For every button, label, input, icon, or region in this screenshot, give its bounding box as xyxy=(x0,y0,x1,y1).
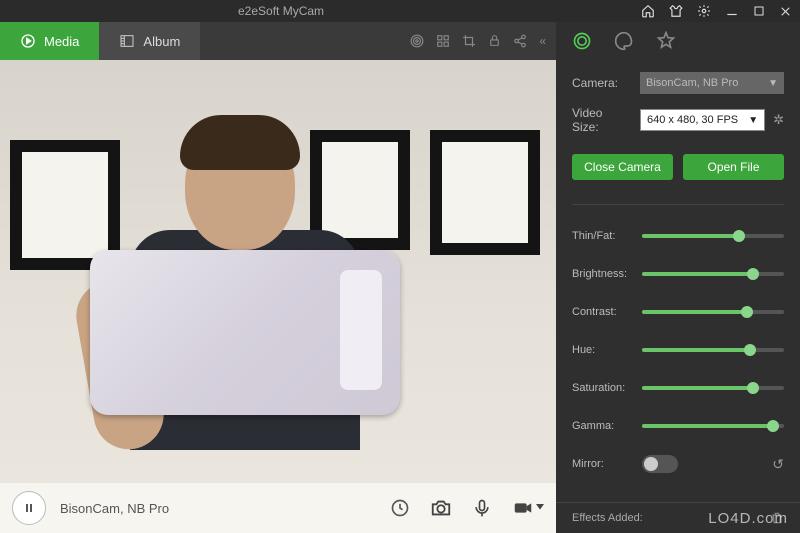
window-controls xyxy=(641,4,792,18)
slider-hue: Hue: xyxy=(572,337,784,363)
minimize-icon[interactable] xyxy=(725,4,739,18)
home-icon[interactable] xyxy=(641,4,655,18)
tab-media-label: Media xyxy=(44,34,79,49)
tab-media[interactable]: Media xyxy=(0,22,99,60)
snapshot-icon[interactable] xyxy=(430,497,452,519)
chevron-down-icon: ▼ xyxy=(768,78,778,89)
effects-label: Effects Added: xyxy=(572,512,643,524)
tab-album-label: Album xyxy=(143,34,180,49)
tab-album[interactable]: Album xyxy=(99,22,200,60)
left-panel: Media Album « xyxy=(0,22,556,533)
videosize-value: 640 x 480, 30 FPS xyxy=(647,114,738,126)
media-icon xyxy=(20,33,36,49)
watermark: LO4D.com xyxy=(708,510,788,527)
open-file-button[interactable]: Open File xyxy=(683,154,784,180)
qr-icon[interactable] xyxy=(436,34,450,48)
microphone-icon[interactable] xyxy=(472,498,492,518)
slider-contrast: Contrast: xyxy=(572,299,784,325)
pause-button[interactable] xyxy=(12,491,46,525)
share-icon[interactable] xyxy=(513,34,527,48)
camera-label: Camera: xyxy=(572,76,632,90)
toolbar-icons: « xyxy=(410,34,556,48)
slider-contrast-track[interactable] xyxy=(642,310,784,314)
camera-name-label: BisonCam, NB Pro xyxy=(60,501,169,516)
titlebar: e2eSoft MyCam xyxy=(0,0,800,22)
panel-tabs xyxy=(556,22,800,60)
right-panel: Camera: BisonCam, NB Pro ▼ Video Size: 6… xyxy=(556,22,800,533)
slider-brightness: Brightness: xyxy=(572,261,784,287)
history-icon[interactable] xyxy=(390,498,410,518)
record-icon[interactable] xyxy=(512,497,544,519)
slider-thinfat: Thin/Fat: xyxy=(572,223,784,249)
lock-icon[interactable] xyxy=(488,34,501,48)
video-preview xyxy=(0,60,556,483)
broadcast-icon[interactable] xyxy=(410,34,424,48)
album-icon xyxy=(119,33,135,49)
gear-icon[interactable] xyxy=(697,4,711,18)
collapse-icon[interactable]: « xyxy=(539,34,546,48)
slider-gamma-track[interactable] xyxy=(642,424,784,428)
panel-tab-camera[interactable] xyxy=(572,31,592,51)
app-title: e2eSoft MyCam xyxy=(238,4,324,18)
mirror-toggle[interactable] xyxy=(642,455,678,473)
panel-tab-effects[interactable] xyxy=(656,31,676,51)
close-camera-button[interactable]: Close Camera xyxy=(572,154,673,180)
slider-brightness-track[interactable] xyxy=(642,272,784,276)
close-icon[interactable] xyxy=(779,5,792,18)
slider-saturation: Saturation: xyxy=(572,375,784,401)
reset-icon[interactable]: ↺ xyxy=(772,456,784,473)
shirt-icon[interactable] xyxy=(669,4,683,18)
videosize-select[interactable]: 640 x 480, 30 FPS ▼ xyxy=(640,109,765,131)
slider-gamma: Gamma: xyxy=(572,413,784,439)
videosize-gear-icon[interactable]: ✲ xyxy=(773,112,784,128)
main-tabs: Media Album « xyxy=(0,22,556,60)
slider-saturation-track[interactable] xyxy=(642,386,784,390)
mirror-label: Mirror: xyxy=(572,458,634,470)
videosize-label: Video Size: xyxy=(572,106,632,134)
slider-thinfat-track[interactable] xyxy=(642,234,784,238)
slider-hue-track[interactable] xyxy=(642,348,784,352)
panel-tab-color[interactable] xyxy=(614,31,634,51)
chevron-down-icon: ▼ xyxy=(748,115,758,126)
camera-select-value: BisonCam, NB Pro xyxy=(646,77,738,89)
camera-select[interactable]: BisonCam, NB Pro ▼ xyxy=(640,72,784,94)
crop-icon[interactable] xyxy=(462,34,476,48)
bottom-bar: BisonCam, NB Pro xyxy=(0,483,556,533)
maximize-icon[interactable] xyxy=(753,5,765,17)
